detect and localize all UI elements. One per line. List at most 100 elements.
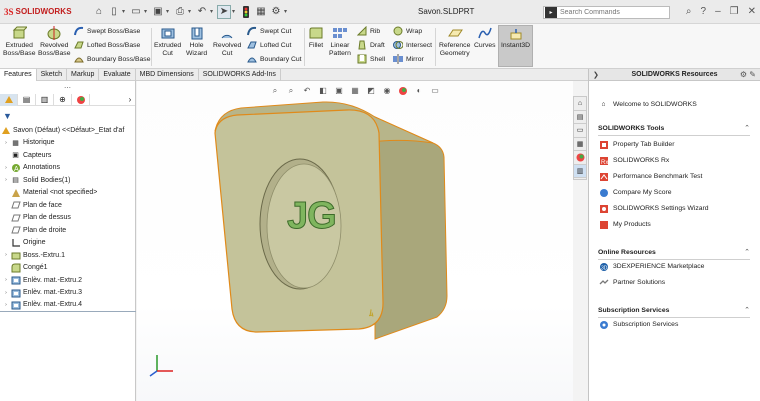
tab-mbd-dimensions[interactable]: MBD Dimensions — [136, 69, 199, 81]
search-commands-box[interactable]: ▸ — [543, 6, 670, 19]
graphics-area[interactable]: ⌕ ⌕ ↶ ◧ ▣ ▦ ◩ ◉ ◐ ▭ ﾑ JG — [137, 81, 573, 401]
compare-my-score-link[interactable]: Compare My Score — [598, 187, 672, 198]
tree-item-plan-de-droite[interactable]: Plan de droite — [0, 224, 136, 237]
minimize-icon[interactable]: – — [715, 6, 721, 17]
home-icon[interactable]: ⌂ — [574, 97, 586, 111]
revolved-boss-button[interactable]: Revolved Boss/Base — [38, 26, 71, 57]
swept-boss-button[interactable]: Swept Boss/Base — [74, 26, 140, 36]
filter-icon[interactable]: ▼ — [3, 111, 12, 121]
select-pointer-icon[interactable]: ➤ — [217, 4, 231, 19]
extruded-boss-button[interactable]: Extruded Boss/Base — [3, 26, 36, 57]
boundary-cut-button[interactable]: Boundary Cut — [247, 54, 302, 64]
partner-solutions-link[interactable]: Partner Solutions — [598, 277, 665, 288]
tree-item-conge1[interactable]: Congé1 — [0, 262, 136, 275]
save-icon[interactable]: ▣ — [151, 5, 165, 19]
chevron-down-icon[interactable]: ▾ — [284, 8, 290, 15]
reference-geometry-button[interactable]: Reference Geometry — [439, 26, 470, 57]
restore-icon[interactable]: ❐ — [730, 6, 739, 17]
close-icon[interactable]: ✕ — [748, 6, 756, 17]
wrap-button[interactable]: Wrap — [393, 26, 422, 36]
fillet-button[interactable]: Fillet — [308, 26, 324, 50]
settings-wizard-link[interactable]: SOLIDWORKS Settings Wizard — [598, 203, 709, 214]
open-folder-icon[interactable]: ▭ — [129, 5, 143, 19]
tree-item-origine[interactable]: Origine — [0, 237, 136, 250]
view-palette-icon[interactable]: ▦ — [574, 138, 586, 151]
expand-arrow-icon[interactable]: › — [2, 290, 10, 296]
revolved-cut-button[interactable]: Revolved Cut — [213, 26, 241, 57]
property-tab-builder-link[interactable]: Property Tab Builder — [598, 139, 674, 150]
hole-wizard-button[interactable]: Hole Wizard — [186, 26, 207, 57]
new-document-icon[interactable]: ▯ — [107, 5, 121, 19]
options-gear-icon[interactable]: ⚙ — [269, 5, 283, 19]
chevron-down-icon[interactable]: ▾ — [166, 8, 172, 15]
search-input[interactable] — [560, 9, 660, 16]
mirror-button[interactable]: Mirror — [393, 54, 424, 64]
solidworks-rx-link[interactable]: Rx SOLIDWORKS Rx — [598, 155, 669, 166]
tab-markup[interactable]: Markup — [67, 69, 100, 81]
my-products-link[interactable]: My Products — [598, 219, 651, 230]
home-icon[interactable]: ⌂ — [92, 5, 106, 19]
help-icon[interactable]: ? — [701, 6, 707, 17]
expand-arrow-icon[interactable]: › — [2, 252, 10, 258]
file-explorer-icon[interactable]: ▭ — [574, 124, 586, 138]
tree-item-enlev-extru3[interactable]: › Enlèv. mat.-Extru.3 — [0, 287, 136, 300]
tree-item-historique[interactable]: › ▦ Historique — [0, 137, 136, 150]
expand-arrow-icon[interactable]: › — [2, 302, 10, 308]
tab-features[interactable]: Features — [0, 69, 37, 81]
solidworks-logo[interactable]: 3S SOLIDWORKS — [0, 7, 80, 17]
panel-options-icon[interactable]: ⚙ ✎ — [740, 70, 756, 79]
draft-button[interactable]: Draft — [357, 40, 385, 50]
linear-pattern-button[interactable]: Linear Pattern — [329, 26, 351, 57]
part-model[interactable]: ﾑ — [137, 81, 573, 401]
subscription-services-header[interactable]: Subscription Services ⌃ — [598, 307, 750, 318]
subscription-services-link[interactable]: Subscription Services — [598, 319, 678, 330]
extruded-cut-button[interactable]: Extruded Cut — [154, 26, 181, 57]
file-properties-icon[interactable]: ▦ — [254, 5, 268, 19]
chevron-down-icon[interactable]: ▾ — [188, 8, 194, 15]
search-scope-icon[interactable]: ▸ — [545, 7, 557, 18]
chevron-down-icon[interactable]: ▾ — [122, 8, 128, 15]
custom-properties-icon[interactable]: ▥ — [574, 164, 586, 178]
expand-arrow-icon[interactable]: › — [2, 277, 10, 283]
tools-section-header[interactable]: SOLIDWORKS Tools ⌃ — [598, 125, 750, 136]
expand-panel-icon[interactable]: › — [125, 94, 135, 106]
curves-button[interactable]: Curves — [474, 26, 496, 50]
welcome-link[interactable]: ⌂ Welcome to SOLIDWORKS — [598, 99, 696, 110]
property-manager-tab-icon[interactable]: ▤ — [18, 93, 36, 106]
print-icon[interactable]: ⎙ — [173, 5, 187, 19]
display-manager-tab-icon[interactable] — [72, 93, 90, 106]
tree-item-material[interactable]: Material <not specified> — [0, 187, 136, 200]
instant3d-button[interactable]: Instant3D — [498, 25, 533, 67]
boundary-boss-button[interactable]: Boundary Boss/Base — [74, 54, 150, 64]
swept-cut-button[interactable]: Swept Cut — [247, 26, 291, 36]
online-resources-header[interactable]: Online Resources ⌃ — [598, 249, 750, 260]
tree-item-plan-de-face[interactable]: Plan de face — [0, 199, 136, 212]
tab-evaluate[interactable]: Evaluate — [99, 69, 136, 81]
rib-button[interactable]: Rib — [356, 25, 380, 36]
expand-arrow-icon[interactable]: › — [2, 140, 10, 146]
lofted-boss-button[interactable]: Lofted Boss/Base — [74, 40, 140, 50]
tree-root[interactable]: Savon (Défaut) <<Défaut>_Etat d'af — [0, 124, 136, 137]
emboss-text[interactable]: JG — [287, 195, 338, 238]
chevron-down-icon[interactable]: ▾ — [144, 8, 150, 15]
performance-benchmark-link[interactable]: Performance Benchmark Test — [598, 171, 702, 182]
chevron-down-icon[interactable]: ▾ — [232, 8, 238, 15]
dimxpert-manager-tab-icon[interactable]: ⊕ — [54, 93, 72, 106]
tree-item-plan-de-dessus[interactable]: Plan de dessus — [0, 212, 136, 225]
lofted-cut-button[interactable]: Lofted Cut — [247, 40, 291, 50]
chevron-up-icon[interactable]: ⌃ — [744, 248, 750, 256]
splitter-handle[interactable]: ⋯ — [64, 84, 71, 92]
chevron-down-icon[interactable]: ▾ — [210, 8, 216, 15]
undo-icon[interactable]: ↶ — [195, 5, 209, 19]
chevron-up-icon[interactable]: ⌃ — [744, 306, 750, 314]
tree-item-capteurs[interactable]: ▣ Capteurs — [0, 149, 136, 162]
expand-arrow-icon[interactable]: › — [2, 165, 10, 171]
configuration-manager-tab-icon[interactable]: ▥ — [36, 93, 54, 106]
appearances-icon[interactable] — [574, 151, 586, 165]
3dexperience-marketplace-link[interactable]: 3D 3DEXPERIENCE Marketplace — [598, 261, 704, 272]
traffic-light-icon[interactable] — [239, 5, 253, 19]
search-icon[interactable]: ⌕ — [686, 6, 692, 17]
intersect-button[interactable]: Intersect — [393, 40, 432, 50]
tree-item-solid-bodies[interactable]: › ▤ Solid Bodies(1) — [0, 174, 136, 187]
tree-item-annotations[interactable]: › A Annotations — [0, 162, 136, 175]
